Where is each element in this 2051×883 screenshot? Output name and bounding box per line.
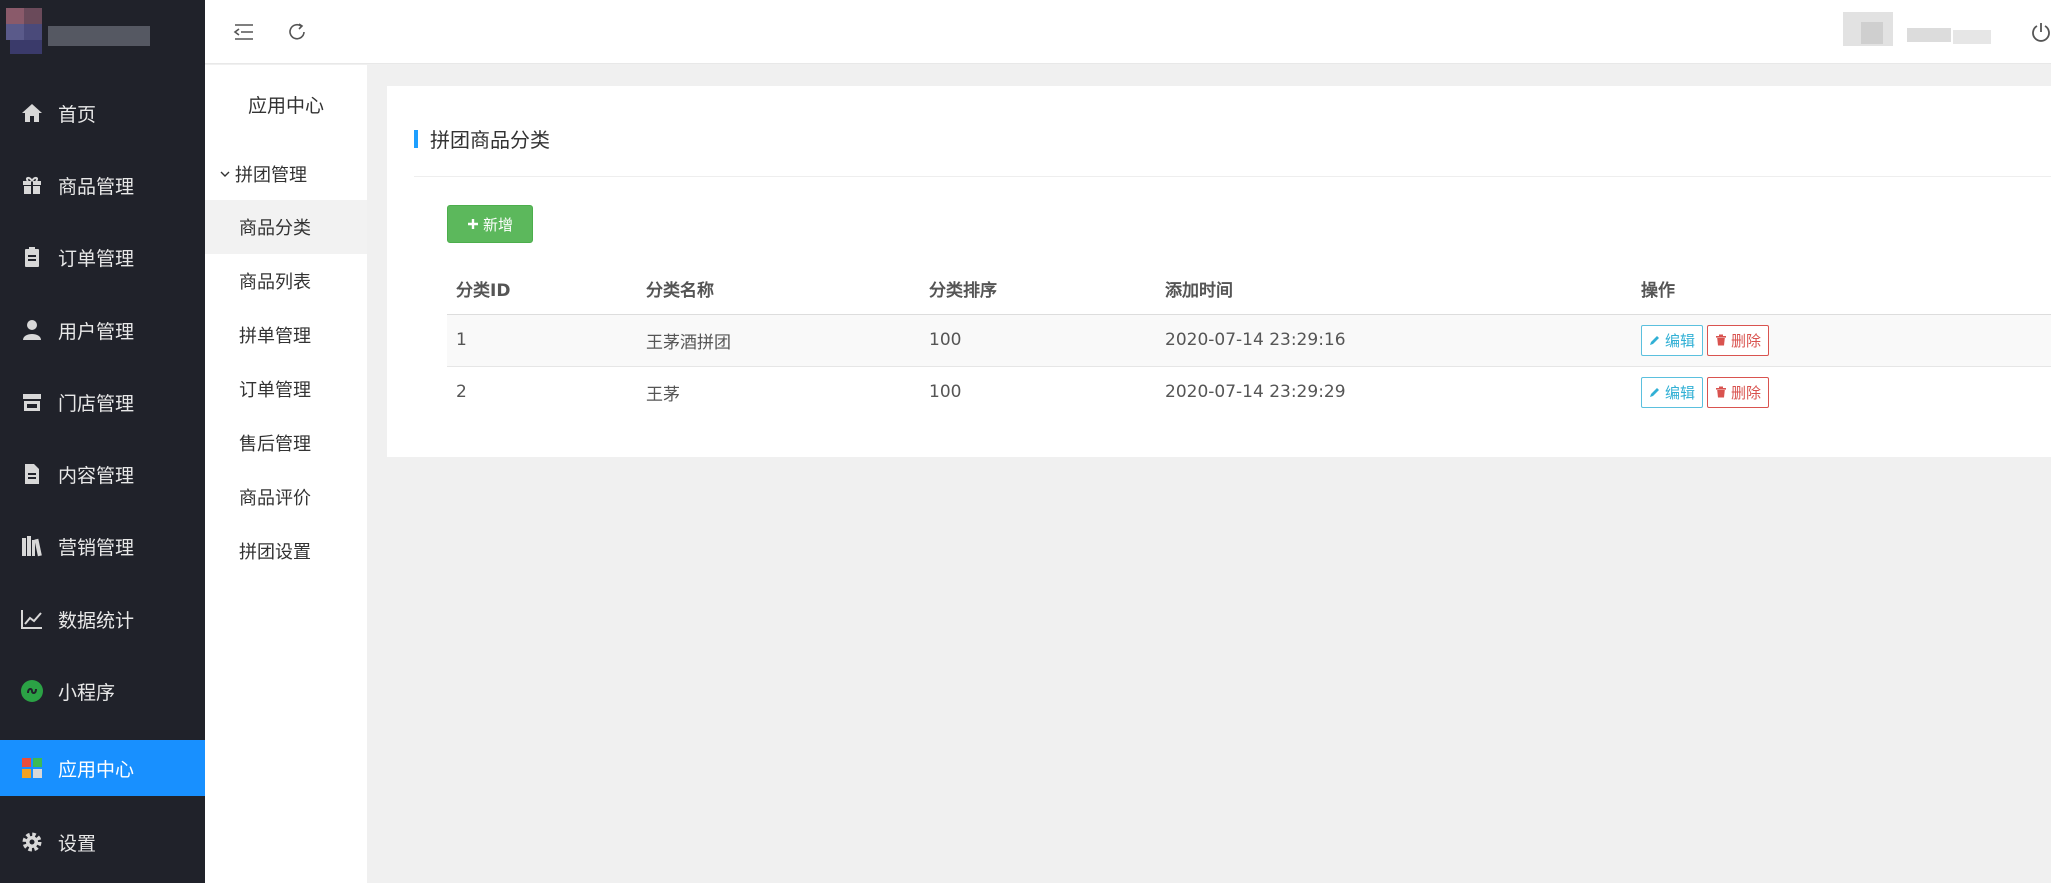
collapse-menu-button[interactable] xyxy=(230,18,258,46)
col-header-time: 添加时间 xyxy=(1156,264,1632,315)
subnav-group-toggle[interactable]: 拼团管理 xyxy=(219,161,307,187)
edit-button[interactable]: 编辑 xyxy=(1641,324,1704,356)
title-accent-bar xyxy=(414,129,418,148)
cell-actions: 编辑 删除 xyxy=(1632,366,2051,418)
books-icon xyxy=(0,534,58,558)
sidebar-item-label: 小程序 xyxy=(58,681,116,704)
col-header-name: 分类名称 xyxy=(637,264,920,315)
user-icon xyxy=(0,318,58,342)
sidebar-item-home[interactable]: 首页 xyxy=(0,85,205,141)
chevron-down-icon xyxy=(220,171,230,177)
edit-label: 编辑 xyxy=(1665,331,1696,350)
card-header: 拼团商品分类 xyxy=(414,124,550,153)
secondary-nav: 应用中心 拼团管理 商品分类 商品列表 拼单管理 订单管理 售后管理 商品评价 … xyxy=(205,65,367,883)
sidebar-item-label: 内容管理 xyxy=(58,464,135,487)
sidebar-item-label: 营销管理 xyxy=(58,536,135,559)
top-bar xyxy=(205,0,2051,64)
subnav-item-product-list[interactable]: 商品列表 xyxy=(205,254,367,308)
clipboard-icon xyxy=(0,245,58,269)
edit-label: 编辑 xyxy=(1665,383,1696,402)
sidebar-item-statistics[interactable]: 数据统计 xyxy=(0,591,205,647)
document-icon xyxy=(0,462,58,486)
cell-id: 1 xyxy=(447,314,637,367)
sidebar-item-app-center[interactable]: 应用中心 xyxy=(0,740,205,796)
edit-button[interactable]: 编辑 xyxy=(1641,376,1704,408)
line-chart-icon xyxy=(0,607,58,631)
add-button[interactable]: 新增 xyxy=(447,205,533,243)
cell-name: 王茅酒拼团 xyxy=(637,314,920,367)
pencil-icon xyxy=(1650,388,1659,398)
trash-icon xyxy=(1716,334,1727,346)
sidebar-item-label: 用户管理 xyxy=(58,320,135,343)
subnav-item-group-settings[interactable]: 拼团设置 xyxy=(205,524,367,578)
subnav-item-after-sales[interactable]: 售后管理 xyxy=(205,416,367,470)
home-icon xyxy=(0,101,58,125)
mini-program-icon xyxy=(0,679,58,703)
subnav-title: 应用中心 xyxy=(247,95,324,117)
col-header-id: 分类ID xyxy=(447,264,637,315)
cell-sort: 100 xyxy=(920,314,1156,367)
col-header-actions: 操作 xyxy=(1632,264,2051,315)
cell-name: 王茅 xyxy=(646,384,680,405)
category-table: 分类ID 分类名称 分类排序 添加时间 操作 1 王茅酒拼团 100 2020-… xyxy=(447,264,2051,418)
delete-label: 删除 xyxy=(1731,383,1762,402)
sidebar-item-mini-program[interactable]: 小程序 xyxy=(0,663,205,719)
gear-icon xyxy=(0,830,58,854)
sidebar-item-orders[interactable]: 订单管理 xyxy=(0,229,205,285)
apps-icon xyxy=(0,756,58,780)
table-row: 2 王茅 100 2020-07-14 23:29:29 编辑 删除 xyxy=(447,366,2051,418)
sidebar-item-marketing[interactable]: 营销管理 xyxy=(0,518,205,574)
refresh-icon xyxy=(289,23,305,40)
plus-icon xyxy=(467,219,478,229)
table-row: 1 王茅酒拼团 100 2020-07-14 23:29:16 编辑 删除 xyxy=(447,314,2051,367)
pencil-icon xyxy=(1650,336,1659,345)
delete-label: 删除 xyxy=(1731,331,1762,350)
sidebar-item-content[interactable]: 内容管理 xyxy=(0,446,205,502)
sidebar-item-label: 商品管理 xyxy=(58,175,135,198)
power-icon xyxy=(2032,23,2050,42)
table-header-row: 分类ID 分类名称 分类排序 添加时间 操作 xyxy=(447,264,2051,315)
sidebar-item-label: 门店管理 xyxy=(58,392,135,415)
cell-time: 2020-07-14 23:29:29 xyxy=(1165,382,1346,403)
divider xyxy=(414,176,2051,177)
page-title: 拼团商品分类 xyxy=(430,128,550,152)
delete-button[interactable]: 删除 xyxy=(1707,324,1770,356)
sidebar-item-users[interactable]: 用户管理 xyxy=(0,302,205,358)
sidebar-item-label: 应用中心 xyxy=(58,758,135,781)
logout-button[interactable] xyxy=(2031,18,2051,46)
subnav-item-reviews[interactable]: 商品评价 xyxy=(205,470,367,524)
content-card: 拼团商品分类 新增 分类ID 分类名称 分类排序 添加时间 操作 1 王茅酒拼团… xyxy=(387,86,2051,457)
cell-id: 2 xyxy=(456,382,467,403)
sidebar-item-settings[interactable]: 设置 xyxy=(0,814,205,870)
sidebar-item-label: 订单管理 xyxy=(58,247,135,270)
sidebar-item-label: 数据统计 xyxy=(58,609,135,632)
refresh-button[interactable] xyxy=(283,18,311,46)
cell-actions: 编辑 删除 xyxy=(1632,314,2051,367)
col-header-sort: 分类排序 xyxy=(920,264,1156,315)
cell-time: 2020-07-14 23:29:16 xyxy=(1156,314,1632,367)
indent-icon xyxy=(233,24,253,40)
subnav-group-label: 拼团管理 xyxy=(235,165,307,186)
delete-button[interactable]: 删除 xyxy=(1707,376,1770,408)
subnav-item-group-orders[interactable]: 拼单管理 xyxy=(205,308,367,362)
logo xyxy=(0,0,205,64)
sidebar-item-stores[interactable]: 门店管理 xyxy=(0,374,205,430)
sidebar-item-products[interactable]: 商品管理 xyxy=(0,157,205,213)
store-icon xyxy=(0,390,58,414)
subnav-item-orders[interactable]: 订单管理 xyxy=(205,362,367,416)
sidebar-item-label: 首页 xyxy=(58,103,97,126)
gift-icon xyxy=(0,173,58,197)
subnav-item-category[interactable]: 商品分类 xyxy=(205,200,367,254)
sidebar: 首页 商品管理 订单管理 用户管理 门店管理 内容管理 营销管理 数据统计 小程… xyxy=(0,0,205,883)
cell-sort: 100 xyxy=(929,382,962,403)
trash-icon xyxy=(1716,386,1727,398)
sidebar-item-label: 设置 xyxy=(58,832,97,855)
add-button-label: 新增 xyxy=(482,215,513,234)
